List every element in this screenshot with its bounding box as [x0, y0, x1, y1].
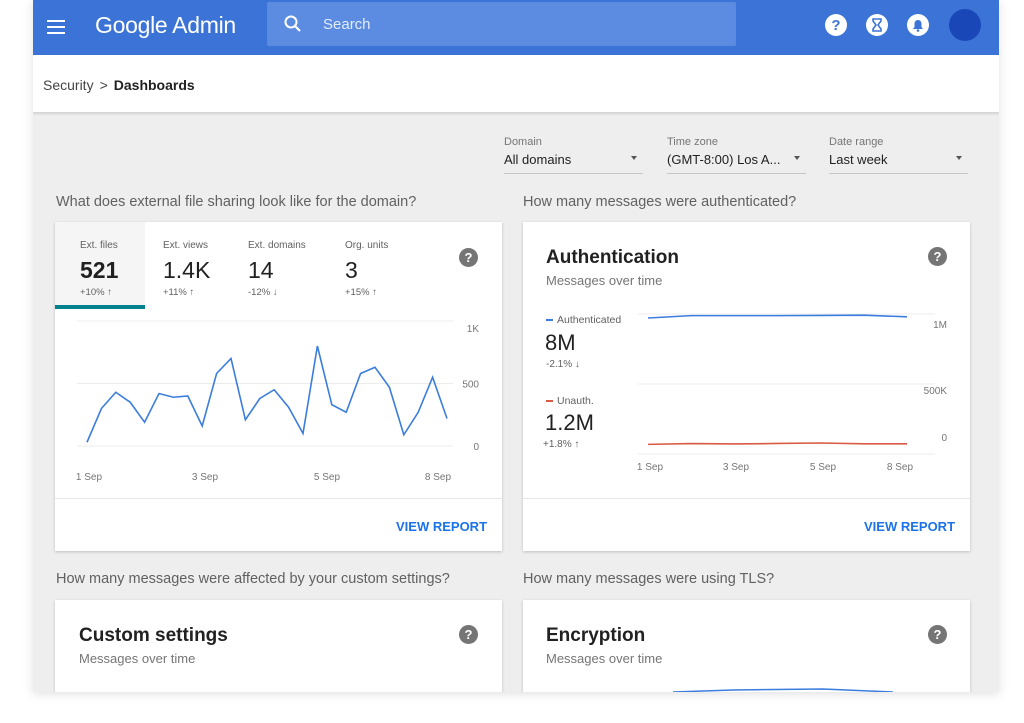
filter-label: Domain	[504, 136, 542, 148]
x-tick-label: 8 Sep	[887, 462, 914, 473]
x-tick-label: 8 Sep	[425, 472, 452, 483]
card-title: Encryption	[546, 625, 646, 646]
x-tick-label: 5 Sep	[810, 462, 837, 473]
x-tick-label: 1 Sep	[637, 462, 664, 473]
unauthenticated-value: 1.2M	[545, 410, 594, 435]
y-tick-label: 500	[462, 380, 479, 391]
authenticated-value: 8M	[545, 330, 576, 355]
tab-ext-views[interactable]: Ext. views 1.4K +11% ↑	[163, 222, 243, 309]
tab-ext-domains[interactable]: Ext. domains 14 -12% ↓	[248, 222, 338, 309]
app-title[interactable]: Google Admin	[95, 12, 236, 39]
tab-label: Org. units	[345, 240, 389, 251]
tab-delta: -12% ↓	[248, 287, 278, 298]
date-range-filter[interactable]: Date range Last week	[829, 136, 968, 174]
view-report-button[interactable]: VIEW REPORT	[864, 519, 955, 534]
view-report-button[interactable]: VIEW REPORT	[396, 519, 487, 534]
tls-question: How many messages were using TLS?	[523, 571, 775, 587]
authenticated-series-line	[647, 314, 908, 319]
tab-delta: +10% ↑	[80, 287, 112, 298]
filter-value: (GMT-8:00) Los A...	[667, 152, 781, 167]
auth-card: Authentication Messages over time ? Auth…	[523, 222, 970, 551]
search-input[interactable]	[323, 2, 723, 46]
unauthenticated-series-line	[647, 442, 907, 446]
breadcrumb-current: Dashboards	[113, 77, 195, 93]
unauthenticated-delta: +1.8% ↑	[543, 439, 580, 450]
card-subtitle: Messages over time	[546, 651, 663, 666]
tab-label: Ext. views	[163, 240, 209, 251]
chevron-down-icon	[631, 156, 637, 160]
tab-label: Ext. files	[80, 240, 118, 251]
filter-value: Last week	[829, 152, 888, 167]
legend-label: Unauth.	[557, 395, 594, 407]
legend-unauthenticated: Unauth.	[546, 395, 594, 407]
encryption-series-line	[673, 688, 893, 692]
tab-ext-files[interactable]: Ext. files 521 +10% ↑	[55, 222, 145, 309]
chevron-down-icon	[956, 156, 962, 160]
search-icon	[284, 15, 301, 32]
y-tick-label: 0	[473, 442, 479, 453]
tab-value: 521	[80, 257, 119, 283]
tab-delta: +11% ↑	[163, 287, 195, 298]
tab-value: 14	[248, 257, 274, 283]
breadcrumb-bar: Security > Dashboards	[33, 55, 999, 113]
legend-authenticated: Authenticated	[546, 314, 621, 326]
card-subtitle: Messages over time	[79, 651, 196, 666]
y-tick-label: 0	[941, 433, 947, 444]
filter-label: Time zone	[667, 136, 718, 148]
app-bar: Google Admin ?	[33, 0, 999, 55]
breadcrumb: Security > Dashboards	[43, 77, 195, 93]
tab-label: Ext. domains	[248, 240, 306, 251]
tab-org-units[interactable]: Org. units 3 +15% ↑	[345, 222, 425, 309]
card-divider	[523, 498, 970, 499]
encryption-card: Encryption Messages over time ?	[523, 600, 970, 692]
series-line	[86, 345, 448, 443]
avatar[interactable]	[949, 9, 981, 41]
sharing-chart: 1K 500 0 1 Sep 3 Sep 5 Sep 8 Sep	[76, 320, 480, 483]
timezone-filter[interactable]: Time zone (GMT-8:00) Los A...	[667, 136, 806, 174]
x-tick-label: 3 Sep	[192, 472, 219, 483]
card-title: Custom settings	[79, 625, 228, 646]
x-tick-label: 3 Sep	[723, 462, 750, 473]
legend-swatch	[546, 400, 553, 402]
bell-icon[interactable]	[907, 14, 929, 36]
y-tick-label: 1K	[467, 324, 480, 335]
auth-question: How many messages were authenticated?	[523, 194, 797, 210]
tab-value: 3	[345, 257, 358, 283]
search-box[interactable]	[267, 2, 736, 46]
help-icon[interactable]: ?	[928, 247, 947, 266]
card-subtitle: Messages over time	[546, 273, 663, 288]
card-title: Authentication	[546, 247, 679, 268]
custom-card: Custom settings Messages over time ?	[55, 600, 502, 692]
filter-label: Date range	[829, 136, 884, 148]
tab-value: 1.4K	[163, 257, 211, 283]
legend-label: Authenticated	[557, 314, 622, 326]
sharing-card: Ext. files 521 +10% ↑ Ext. views 1.4K +1…	[55, 222, 502, 551]
legend-swatch	[546, 319, 553, 321]
y-tick-label: 500K	[924, 386, 948, 397]
filter-value: All domains	[504, 152, 572, 167]
domain-filter[interactable]: Domain All domains	[504, 136, 643, 174]
chevron-down-icon	[794, 156, 800, 160]
breadcrumb-separator: >	[99, 77, 108, 93]
encryption-chart	[673, 688, 893, 692]
apps-icon[interactable]	[866, 14, 888, 36]
tab-delta: +15% ↑	[345, 287, 377, 298]
menu-icon[interactable]	[41, 12, 71, 42]
custom-question: How many messages were affected by your …	[56, 571, 450, 587]
authenticated-delta: -2.1% ↓	[546, 359, 580, 370]
sharing-question: What does external file sharing look lik…	[56, 194, 417, 210]
x-tick-label: 5 Sep	[314, 472, 341, 483]
breadcrumb-security[interactable]: Security	[43, 77, 94, 93]
help-icon[interactable]: ?	[459, 625, 478, 644]
y-tick-label: 1M	[933, 320, 947, 331]
help-icon[interactable]: ?	[928, 625, 947, 644]
help-icon[interactable]: ?	[825, 14, 847, 36]
admin-console: Google Admin ? Security > Dashboards Dom…	[33, 0, 999, 692]
card-divider	[55, 498, 502, 499]
auth-chart: 1M 500K 0 1 Sep 3 Sep 5 Sep 8 Sep	[637, 313, 948, 473]
help-icon[interactable]: ?	[459, 248, 478, 267]
x-tick-label: 1 Sep	[76, 472, 103, 483]
